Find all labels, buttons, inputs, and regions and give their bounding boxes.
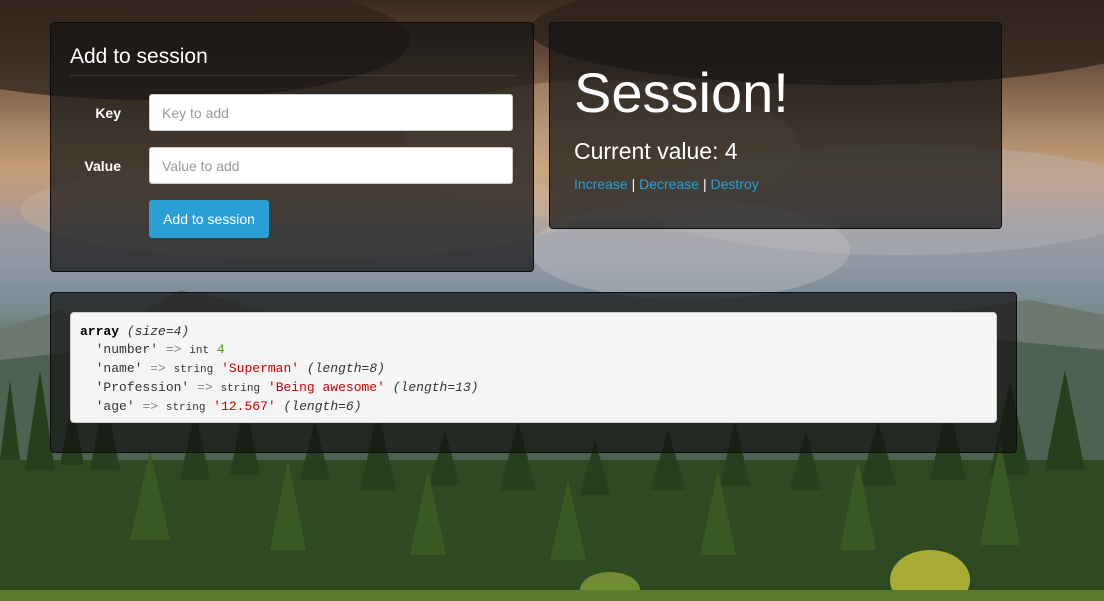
var-dump-output: array (size=4) 'number' => int 4 'name' … bbox=[70, 312, 997, 423]
dump-value: 'Being awesome' bbox=[267, 380, 385, 395]
form-title: Add to session bbox=[70, 45, 516, 76]
dump-value: '12.567' bbox=[213, 399, 276, 414]
key-label: Key bbox=[95, 105, 121, 121]
dump-row: 'number' => int 4 bbox=[96, 342, 225, 357]
dump-type: string bbox=[165, 402, 206, 414]
dump-type: int bbox=[189, 345, 210, 357]
dump-value: 4 bbox=[216, 342, 225, 357]
dump-size: (size=4) bbox=[126, 324, 190, 339]
key-input[interactable] bbox=[149, 94, 513, 131]
dump-key: 'age' bbox=[95, 399, 135, 414]
increase-link[interactable]: Increase bbox=[574, 176, 628, 192]
add-to-session-button[interactable]: Add to session bbox=[149, 200, 269, 238]
dump-meta: (length=6) bbox=[283, 399, 362, 414]
current-value-text: Current value: 4 bbox=[574, 138, 738, 164]
session-title: Session! bbox=[574, 61, 789, 124]
dump-row: 'Profession' => string 'Being awesome' (… bbox=[96, 380, 479, 395]
dump-arrow: => bbox=[150, 361, 166, 376]
session-panel: Session! Current value: 4 Increase | Dec… bbox=[549, 22, 1002, 229]
dump-header: array bbox=[80, 324, 120, 339]
dump-value: 'Superman' bbox=[221, 361, 300, 376]
dump-key: 'name' bbox=[95, 361, 143, 376]
dump-arrow: => bbox=[197, 380, 213, 395]
dump-key: 'Profession' bbox=[95, 380, 190, 395]
destroy-link[interactable]: Destroy bbox=[710, 176, 758, 192]
dump-meta: (length=13) bbox=[392, 380, 479, 395]
decrease-link[interactable]: Decrease bbox=[639, 176, 699, 192]
session-dump-panel: array (size=4) 'number' => int 4 'name' … bbox=[50, 292, 1017, 453]
session-actions: Increase | Decrease | Destroy bbox=[574, 176, 759, 192]
dump-type: string bbox=[173, 364, 214, 376]
add-to-session-panel: Add to session Key Value Add to session bbox=[50, 22, 534, 272]
dump-type: string bbox=[220, 383, 261, 395]
dump-arrow: => bbox=[165, 342, 182, 357]
value-label: Value bbox=[84, 158, 121, 174]
dump-key: 'number' bbox=[95, 342, 159, 357]
link-separator: | bbox=[631, 176, 636, 192]
dump-meta: (length=8) bbox=[306, 361, 385, 376]
dump-row: 'name' => string 'Superman' (length=8) bbox=[96, 361, 385, 376]
dump-row: 'age' => string '12.567' (length=6) bbox=[96, 399, 362, 414]
dump-arrow: => bbox=[142, 399, 159, 414]
link-separator: | bbox=[702, 176, 707, 192]
value-input[interactable] bbox=[149, 147, 513, 184]
